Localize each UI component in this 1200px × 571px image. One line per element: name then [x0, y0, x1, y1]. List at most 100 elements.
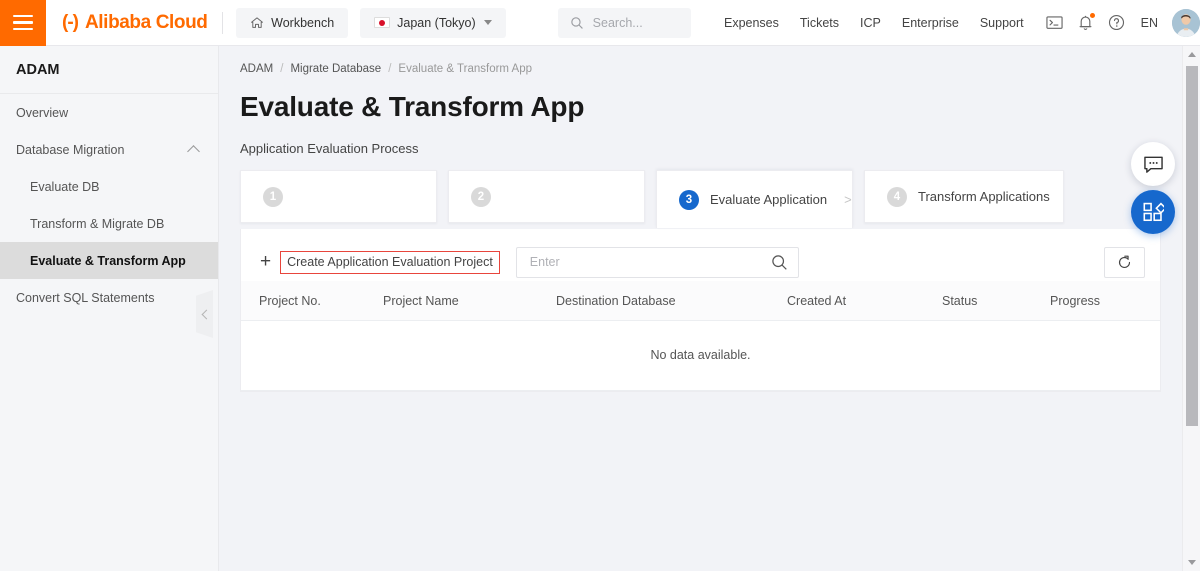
japan-flag-icon	[374, 17, 391, 28]
column-project-name[interactable]: Project Name	[383, 281, 556, 321]
bell-icon[interactable]	[1078, 13, 1095, 31]
breadcrumb-separator: /	[280, 63, 284, 75]
scrollbar-thumb[interactable]	[1186, 66, 1198, 426]
header-icon-buttons	[1046, 13, 1125, 31]
breadcrumb-separator: /	[388, 63, 392, 75]
step-tab-1[interactable]: 1	[240, 170, 437, 223]
column-project-no[interactable]: Project No.	[241, 281, 383, 321]
user-avatar[interactable]	[1172, 8, 1200, 37]
breadcrumb: ADAM / Migrate Database / Evaluate & Tra…	[219, 46, 1182, 75]
hamburger-menu-icon[interactable]	[0, 0, 46, 46]
apps-launcher-button[interactable]	[1131, 190, 1175, 234]
evaluation-projects-panel: + Create Application Evaluation Project …	[240, 229, 1161, 392]
nav-link-icp[interactable]: ICP	[860, 16, 881, 30]
step-label: Evaluate Application	[710, 192, 828, 207]
sidebar-item-label: Database Migration	[16, 142, 125, 157]
sidebar-item-label: Transform & Migrate DB	[30, 216, 165, 231]
step-number: 4	[887, 186, 907, 207]
sidebar-collapse-handle[interactable]	[196, 290, 213, 338]
refresh-button[interactable]	[1104, 246, 1145, 278]
sidebar-item-label: Overview	[16, 105, 69, 120]
sidebar-item-evaluate-db[interactable]: Evaluate DB	[0, 168, 218, 205]
step-arrow-icon: >	[844, 192, 852, 207]
chat-bubble-icon	[1143, 156, 1163, 173]
sidebar-item-overview[interactable]: Overview	[0, 94, 218, 131]
nav-link-tickets[interactable]: Tickets	[800, 16, 839, 30]
sidebar-item-transform-migrate-db[interactable]: Transform & Migrate DB	[0, 205, 218, 242]
terminal-icon[interactable]	[1046, 15, 1063, 30]
nav-link-enterprise[interactable]: Enterprise	[902, 16, 959, 30]
logo-mark-icon: (-)	[62, 12, 79, 33]
column-progress[interactable]: Progress	[1050, 281, 1160, 321]
breadcrumb-item-current: Evaluate & Transform App	[398, 63, 533, 75]
chevron-left-icon	[201, 309, 211, 319]
nav-link-expenses[interactable]: Expenses	[724, 16, 779, 30]
table-header: Project No. Project Name Destination Dat…	[241, 281, 1160, 321]
sidebar-item-convert-sql-statements[interactable]: Convert SQL Statements	[0, 279, 218, 316]
page-subtitle: Application Evaluation Process	[240, 141, 419, 156]
sidebar-item-label: Evaluate & Transform App	[30, 253, 186, 268]
global-search-input[interactable]: Search...	[557, 7, 691, 38]
create-button-label: Create Application Evaluation Project	[280, 250, 500, 274]
step-tab-4-transform-applications[interactable]: 4 Transform Applications	[864, 170, 1064, 223]
workbench-button[interactable]: Workbench	[236, 7, 349, 38]
alibaba-cloud-logo[interactable]: (-) Alibaba Cloud	[62, 12, 208, 34]
scroll-down-arrow[interactable]	[1183, 554, 1200, 571]
hamburger-line	[13, 27, 33, 31]
region-selector[interactable]: Japan (Tokyo)	[360, 7, 506, 38]
step-number: 1	[263, 186, 283, 207]
hamburger-line	[13, 21, 33, 24]
project-search-placeholder: Enter	[529, 255, 560, 269]
workbench-label: Workbench	[271, 15, 335, 30]
header-divider	[221, 11, 223, 34]
sidebar-item-label: Convert SQL Statements	[16, 290, 155, 305]
step-number: 3	[679, 189, 699, 210]
column-created-at[interactable]: Created At	[787, 281, 942, 321]
help-glyph	[1108, 14, 1124, 31]
header-nav-links: Expenses Tickets ICP Enterprise Support	[724, 16, 1024, 30]
empty-state-text: No data available.	[241, 320, 1160, 391]
breadcrumb-item-migrate-database[interactable]: Migrate Database	[290, 63, 381, 75]
plus-icon: +	[260, 250, 272, 272]
column-destination-database[interactable]: Destination Database	[556, 281, 787, 321]
logo-text: Alibaba Cloud	[84, 11, 208, 33]
search-icon[interactable]	[771, 254, 788, 271]
language-selector[interactable]: EN	[1141, 16, 1158, 30]
chevron-down-icon	[483, 20, 492, 25]
hamburger-line	[13, 14, 33, 18]
breadcrumb-item-adam[interactable]: ADAM	[240, 63, 273, 75]
sidebar-item-evaluate-transform-app[interactable]: Evaluate & Transform App	[0, 242, 218, 279]
table-header-row: Project No. Project Name Destination Dat…	[241, 281, 1160, 321]
table-body: No data available.	[241, 320, 1160, 391]
sidebar-item-database-migration[interactable]: Database Migration	[0, 131, 218, 168]
projects-table: Project No. Project Name Destination Dat…	[241, 281, 1160, 391]
step-tab-3-evaluate-application[interactable]: 3 Evaluate Application >	[656, 170, 853, 228]
chat-support-button[interactable]	[1131, 142, 1175, 186]
step-label: Transform Applications	[918, 189, 1050, 204]
terminal-glyph	[1046, 16, 1063, 29]
home-icon	[251, 16, 264, 28]
region-label: Japan (Tokyo)	[397, 15, 476, 30]
global-search-placeholder: Search...	[592, 15, 643, 30]
chevron-up-icon	[187, 144, 200, 158]
step-tab-2[interactable]: 2	[448, 170, 645, 223]
panel-toolbar: + Create Application Evaluation Project …	[241, 229, 1160, 281]
sidebar-title: ADAM	[0, 46, 218, 94]
help-circle-icon[interactable]	[1108, 14, 1125, 31]
step-tabs: 1 2 3 Evaluate Application > 4 Transform…	[240, 170, 1182, 230]
scroll-up-arrow[interactable]	[1183, 46, 1200, 63]
project-search-input[interactable]: Enter	[515, 246, 799, 278]
sidebar-item-label: Evaluate DB	[30, 179, 100, 194]
page-title: Evaluate & Transform App	[240, 91, 585, 122]
step-number: 2	[471, 186, 491, 207]
notification-badge	[1089, 13, 1095, 18]
main-content: ADAM / Migrate Database / Evaluate & Tra…	[219, 46, 1182, 571]
refresh-icon	[1118, 255, 1131, 268]
search-icon	[570, 16, 583, 29]
sidebar: ADAM Overview Database Migration Evaluat…	[0, 46, 219, 571]
create-application-evaluation-project-button[interactable]: + Create Application Evaluation Project	[256, 247, 502, 277]
top-header-bar: (-) Alibaba Cloud Workbench Japan (Tokyo…	[0, 0, 1200, 46]
column-status[interactable]: Status	[942, 281, 1050, 321]
nav-link-support[interactable]: Support	[980, 16, 1024, 30]
page-scrollbar[interactable]	[1182, 46, 1200, 571]
